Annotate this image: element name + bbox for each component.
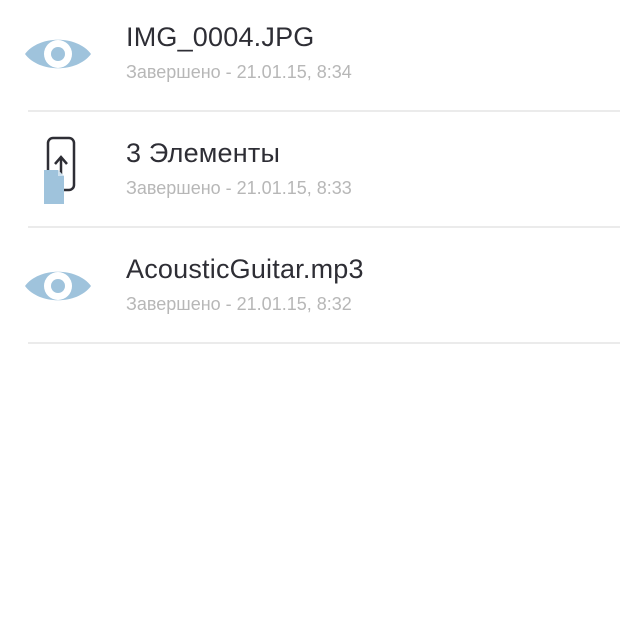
list-item[interactable]: IMG_0004.JPG Завершено - 21.01.15, 8:34 (0, 0, 620, 112)
item-status: Завершено - 21.01.15, 8:34 (126, 62, 352, 82)
divider (28, 342, 620, 344)
eye-icon[interactable] (22, 250, 94, 322)
list-item[interactable]: AcousticGuitar.mp3 Завершено - 21.01.15,… (0, 228, 620, 344)
phone-transfer-icon[interactable] (22, 134, 94, 206)
item-title: AcousticGuitar.mp3 (126, 254, 364, 284)
downloads-list: IMG_0004.JPG Завершено - 21.01.15, 8:34 … (0, 0, 620, 344)
eye-icon[interactable] (22, 18, 94, 90)
list-item[interactable]: 3 Элементы Завершено - 21.01.15, 8:33 (0, 112, 620, 228)
item-title: IMG_0004.JPG (126, 22, 315, 52)
item-status: Завершено - 21.01.15, 8:32 (126, 294, 352, 314)
item-status: Завершено - 21.01.15, 8:33 (126, 178, 352, 198)
item-title: 3 Элементы (126, 138, 281, 168)
